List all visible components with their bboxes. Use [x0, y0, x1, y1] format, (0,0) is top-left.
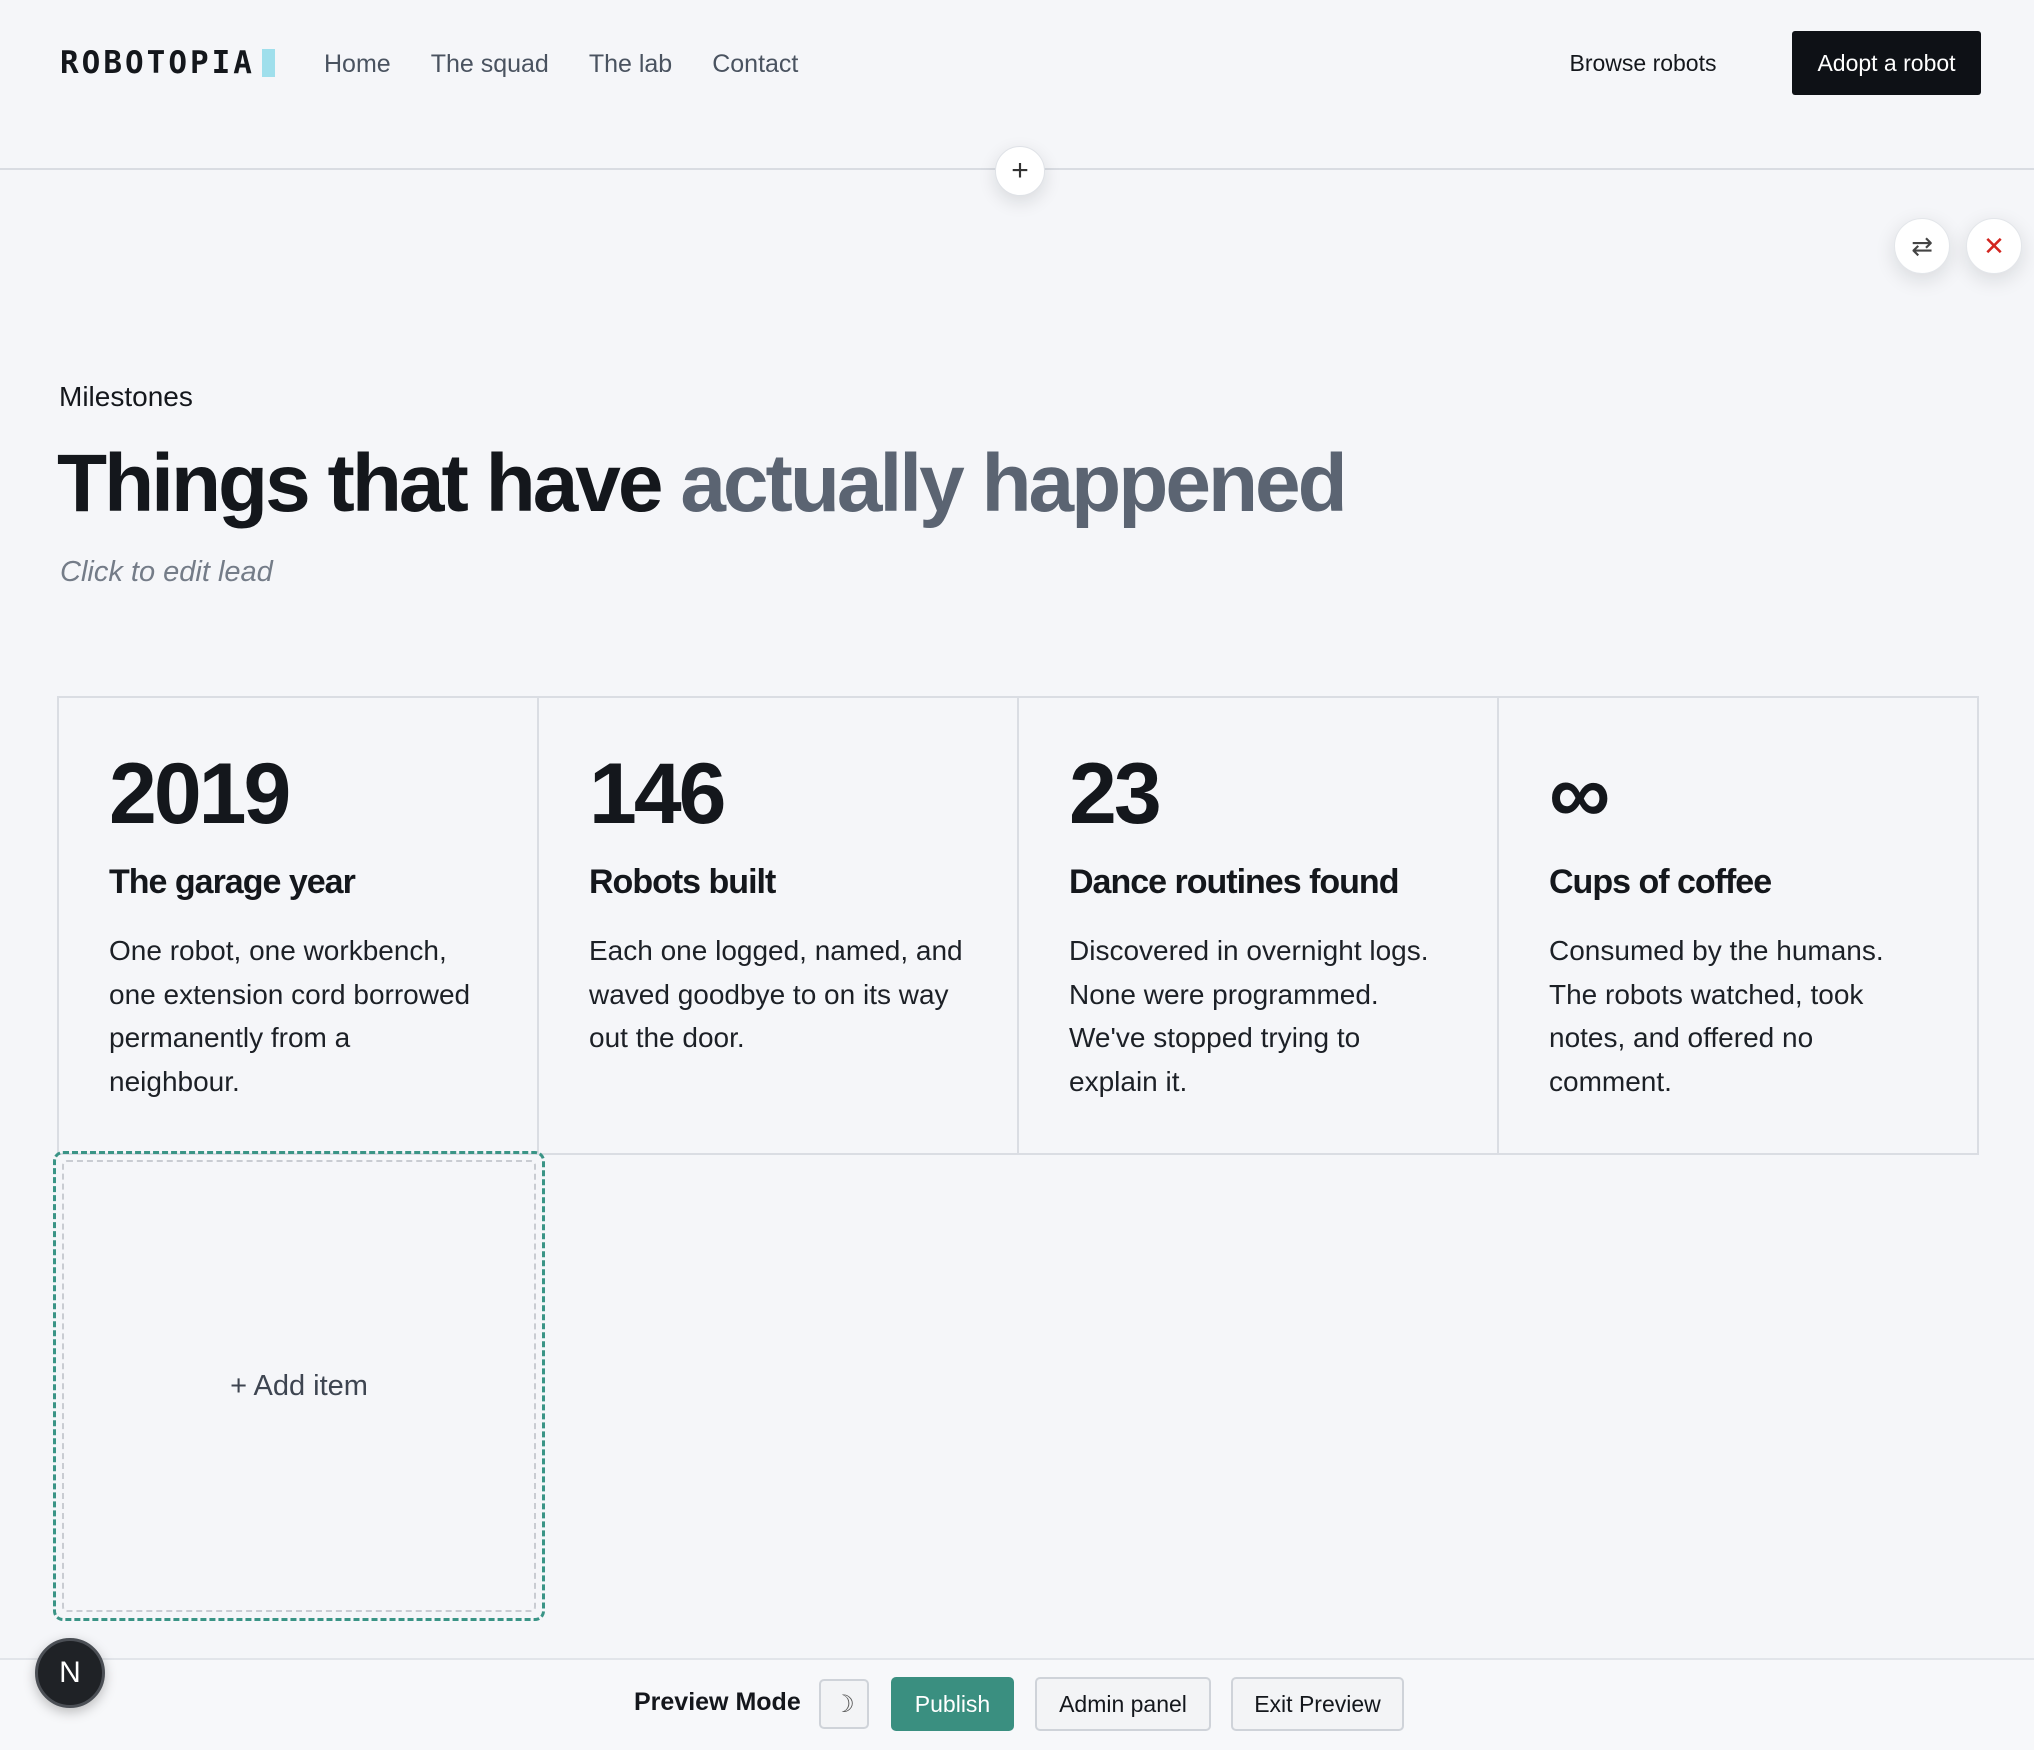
logo-text: ROBOTOPIA — [60, 45, 255, 81]
add-item-label: + Add item — [230, 1369, 368, 1402]
stat-label: Cups of coffee — [1549, 863, 1772, 901]
section-eyebrow[interactable]: Milestones — [59, 381, 193, 413]
add-section-button[interactable]: + — [995, 146, 1045, 196]
exit-preview-button[interactable]: Exit Preview — [1231, 1677, 1404, 1731]
stat-value: 2019 — [109, 746, 291, 842]
title-main: Things that have — [57, 438, 681, 529]
main-nav: Home The squad The lab Contact — [324, 48, 838, 80]
lead-placeholder[interactable]: Click to edit lead — [60, 556, 273, 589]
adopt-robot-button[interactable]: Adopt a robot — [1792, 31, 1981, 95]
avatar[interactable]: N — [35, 1638, 105, 1708]
admin-panel-button[interactable]: Admin panel — [1035, 1677, 1211, 1731]
milestone-card[interactable]: 2019 The garage year One robot, one work… — [59, 698, 539, 1153]
nav-link-contact[interactable]: Contact — [712, 48, 798, 80]
publish-button[interactable]: Publish — [891, 1677, 1014, 1731]
stat-description: Consumed by the humans. The robots watch… — [1549, 935, 1884, 1097]
stat-label: Robots built — [589, 863, 776, 901]
stat-value: 23 — [1069, 746, 1162, 842]
stat-label: The garage year — [109, 863, 356, 901]
nav-link-the-squad[interactable]: The squad — [431, 48, 549, 80]
logo[interactable]: ROBOTOPIA — [60, 45, 275, 81]
moon-icon: ☽ — [833, 1690, 855, 1718]
stat-description: Each one logged, named, and waved goodby… — [589, 935, 963, 1053]
milestones-grid: 2019 The garage year One robot, one work… — [57, 696, 1979, 1155]
title-accent: actually happened — [680, 438, 1347, 529]
stat-description: One robot, one workbench, one extension … — [109, 935, 471, 1097]
stat-label: Dance routines found — [1069, 863, 1399, 901]
preview-mode-label: Preview Mode — [634, 1688, 801, 1716]
milestone-card[interactable]: 146 Robots built Each one logged, named,… — [539, 698, 1019, 1153]
swap-section-button[interactable]: ⇄ — [1894, 218, 1950, 274]
add-item-button[interactable]: + Add item — [53, 1151, 545, 1621]
site-header: ROBOTOPIA Home The squad The lab Contact… — [0, 0, 2034, 170]
stat-value: ∞ — [1549, 746, 1610, 842]
milestone-card[interactable]: ∞ Cups of coffee Consumed by the humans.… — [1499, 698, 1977, 1153]
add-item-dropzone: + Add item — [62, 1160, 536, 1612]
milestone-card[interactable]: 23 Dance routines found Discovered in ov… — [1019, 698, 1499, 1153]
swap-arrows-icon: ⇄ — [1911, 230, 1933, 261]
remove-section-button[interactable]: ✕ — [1966, 218, 2022, 274]
stat-description: Discovered in overnight logs. None were … — [1069, 935, 1429, 1097]
nav-link-the-lab[interactable]: The lab — [589, 48, 672, 80]
plus-icon: + — [1011, 154, 1029, 187]
section-title[interactable]: Things that have actually happened — [57, 436, 1348, 532]
nav-link-home[interactable]: Home — [324, 48, 391, 80]
stat-value: 146 — [589, 746, 727, 842]
close-icon: ✕ — [1983, 230, 2005, 261]
browse-robots-button[interactable]: Browse robots — [1540, 31, 1746, 95]
theme-toggle-button[interactable]: ☽ — [819, 1679, 869, 1729]
avatar-initial: N — [59, 1656, 81, 1689]
logo-cursor-block — [261, 49, 275, 77]
preview-toolbar: Preview Mode ☽ Publish Admin panel Exit … — [0, 1658, 2034, 1750]
